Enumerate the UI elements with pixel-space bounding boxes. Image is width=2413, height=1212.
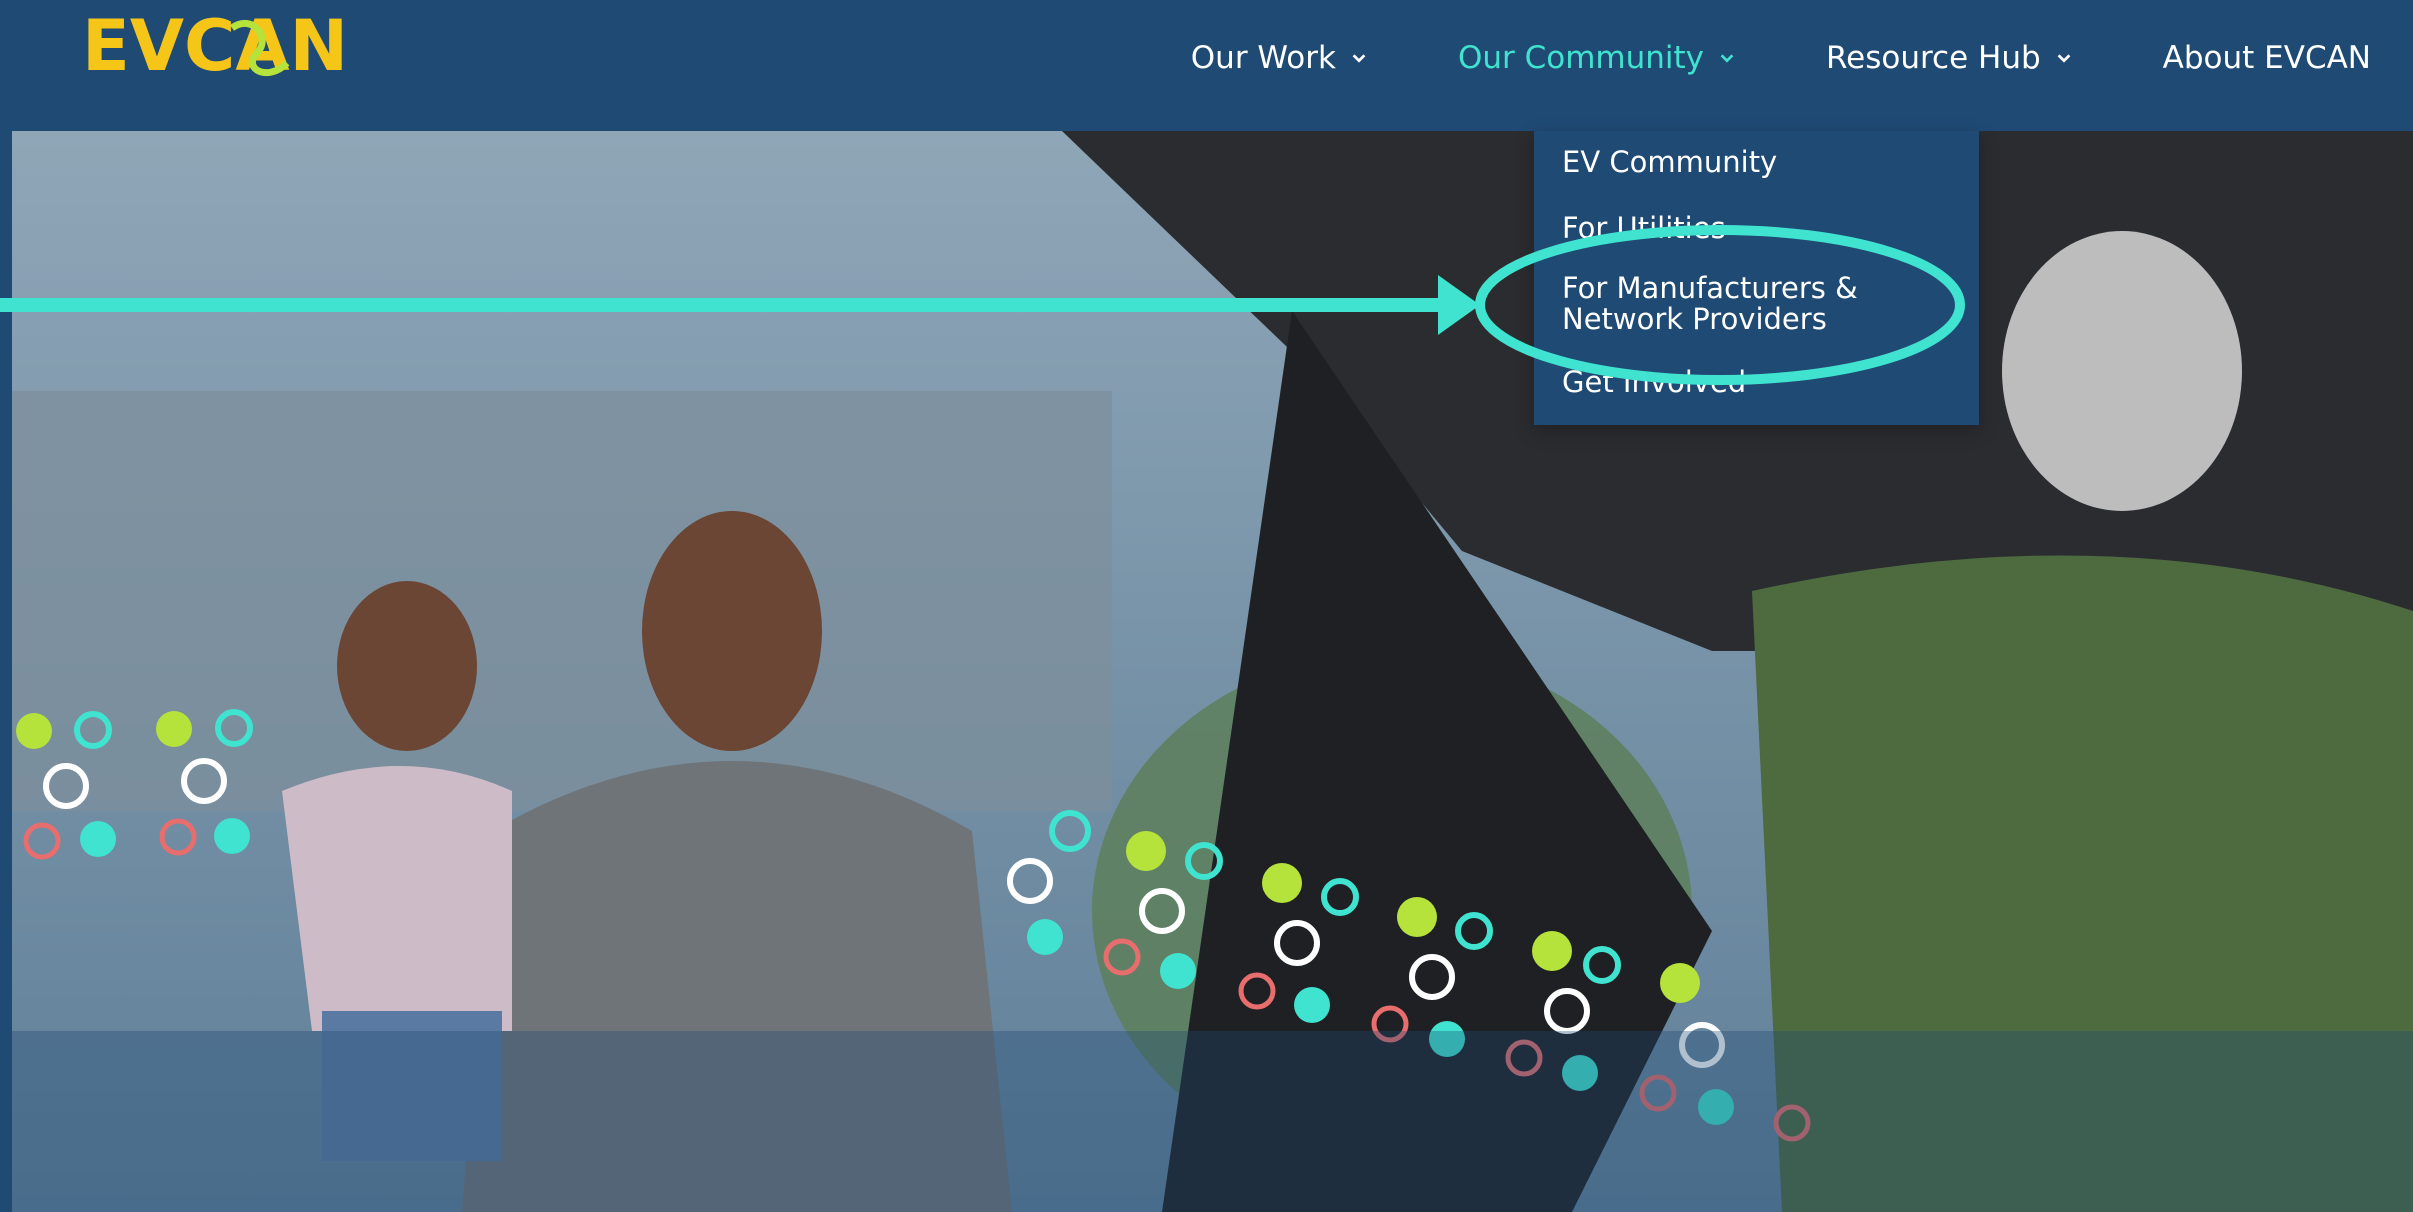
nav-our-work[interactable]: Our Work: [1191, 40, 1404, 76]
nav-label: Resource Hub: [1826, 39, 2041, 76]
main-nav: Our Work Our Community Resource Hub Abou…: [1137, 0, 2413, 115]
dropdown-item-ev-community[interactable]: EV Community: [1562, 147, 1777, 178]
nav-our-community[interactable]: Our Community: [1458, 40, 1772, 76]
our-community-dropdown: EV Community For Utilities For Manufactu…: [1534, 131, 1979, 425]
site-header: EVCAN Our Work Our Community Resource Hu…: [0, 0, 2413, 131]
nav-label: Our Work: [1190, 39, 1336, 76]
evcan-logo-mark: EVCAN: [82, 5, 348, 87]
nav-about-evcan[interactable]: About EVCAN: [2163, 40, 2413, 76]
hero-photo-illustration: [12, 131, 2413, 1212]
chevron-down-icon: [1352, 53, 1366, 63]
nav-label: About EVCAN: [2162, 39, 2371, 76]
dropdown-item-for-manufacturers[interactable]: For Manufacturers & Network Providers: [1562, 273, 1962, 335]
nav-label: Our Community: [1457, 39, 1704, 76]
evcan-logo[interactable]: EVCAN: [82, 5, 372, 88]
chevron-down-icon: [2057, 53, 2071, 63]
dropdown-item-for-utilities[interactable]: For Utilities: [1562, 213, 1726, 244]
svg-text:EVCAN: EVCAN: [82, 8, 348, 87]
nav-resource-hub[interactable]: Resource Hub: [1826, 40, 2109, 76]
chevron-down-icon: [1720, 53, 1734, 63]
dropdown-item-get-involved[interactable]: Get Involved: [1562, 367, 1746, 398]
hero-image: [12, 131, 2413, 1212]
